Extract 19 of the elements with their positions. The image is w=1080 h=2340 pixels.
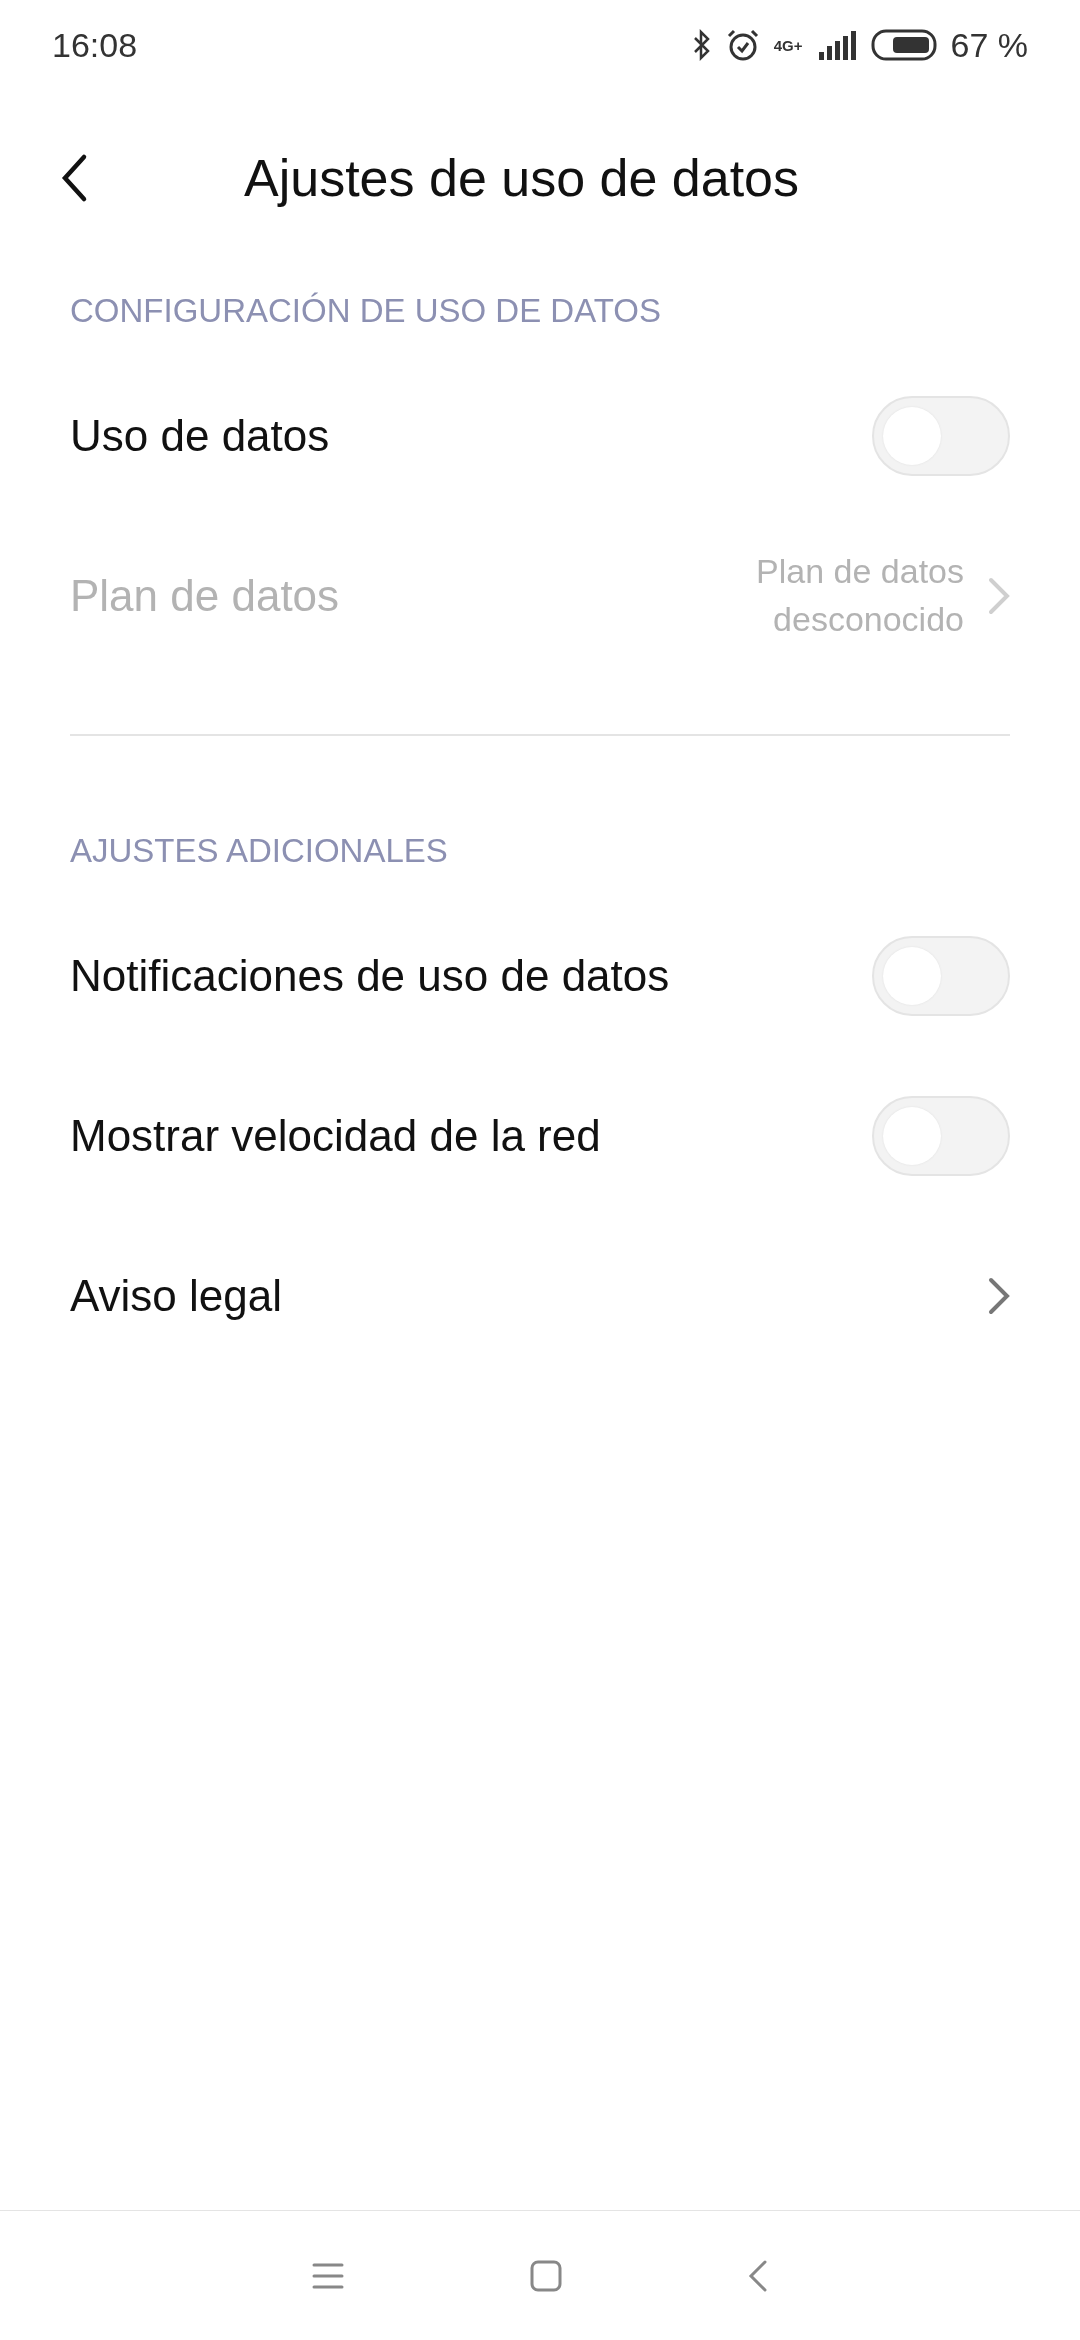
chevron-right-icon [988, 577, 1010, 615]
setting-label: Mostrar velocidad de la red [70, 1111, 601, 1161]
page-title: Ajustes de uso de datos [244, 148, 800, 208]
bluetooth-icon [691, 29, 712, 61]
battery-level: 67 % [950, 25, 1028, 65]
alarm-icon [725, 28, 760, 62]
back-nav-button[interactable] [747, 2258, 769, 2293]
section-header: AJUSTES ADICIONALES [69, 831, 449, 871]
network-type: 4G+ [773, 36, 803, 54]
setting-value: Plan de datos desconocido [755, 551, 964, 640]
signal-icon [816, 30, 857, 60]
setting-label: Uso de datos [70, 411, 330, 461]
setting-label[interactable]: Aviso legal [70, 1271, 282, 1321]
section-header: CONFIGURACIÓN DE USO DE DATOS [69, 291, 662, 331]
battery-icon [870, 29, 937, 61]
chevron-right-icon [988, 1277, 1010, 1315]
setting-label: Notificaciones de uso de datos [70, 951, 670, 1001]
status-time: 16:08 [52, 25, 138, 65]
home-button[interactable] [529, 2258, 563, 2293]
